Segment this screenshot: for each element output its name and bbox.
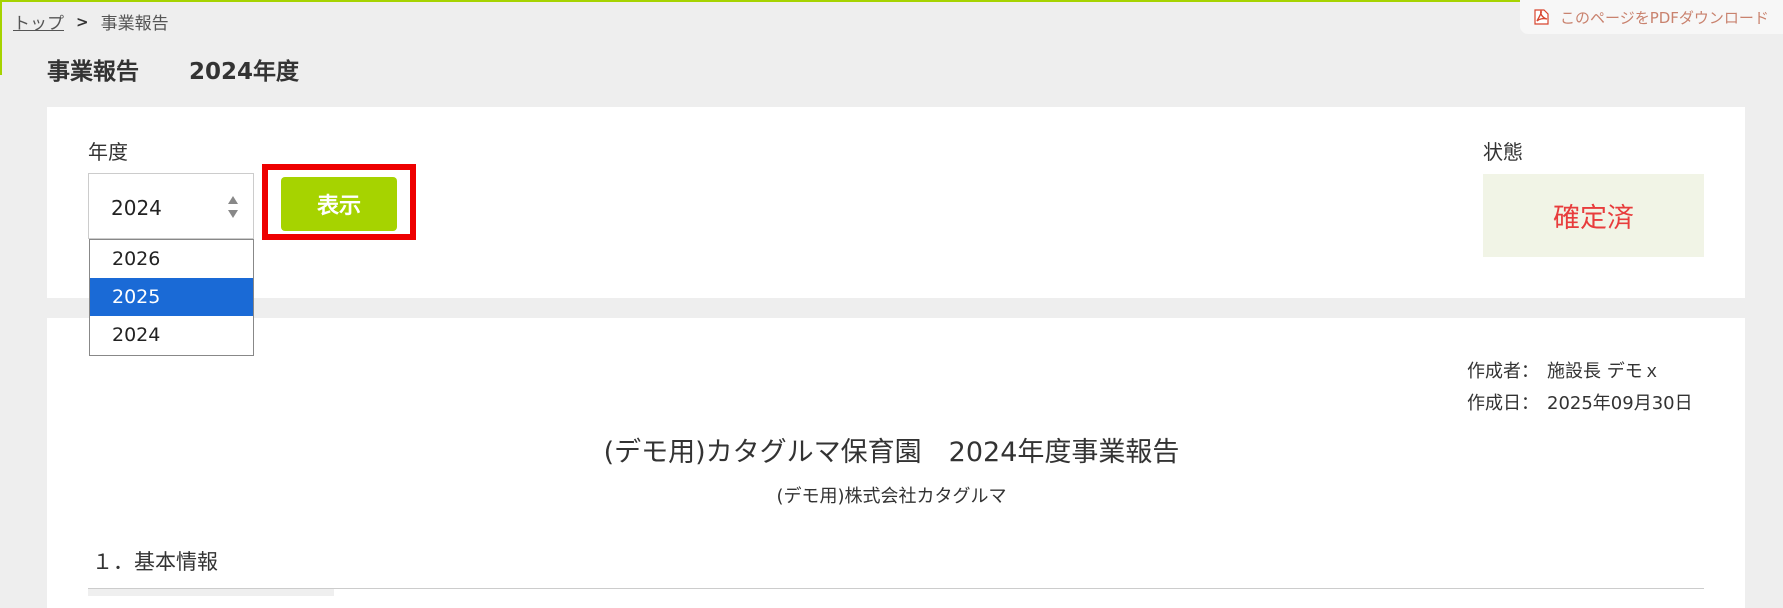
section-heading-basic-info: １．基本情報 <box>92 550 218 574</box>
pdf-download-link[interactable]: このページをPDFダウンロード <box>1520 0 1783 34</box>
date-value: 2025年09月30日 <box>1547 393 1693 414</box>
page-title-main: 事業報告 <box>47 59 139 85</box>
date-label: 作成日： <box>1467 393 1539 414</box>
date-row: 作成日： 2025年09月30日 <box>1467 388 1693 420</box>
year-dropdown: 2026 2025 2024 <box>89 239 254 356</box>
status-label: 状態 <box>1483 140 1523 164</box>
basic-info-table <box>88 588 1704 596</box>
author-row: 作成者： 施設長 デモｘ <box>1467 356 1693 388</box>
breadcrumb-home-link[interactable]: トップ <box>13 9 64 34</box>
author-value: 施設長 デモｘ <box>1547 361 1661 382</box>
breadcrumb-separator: > <box>76 12 89 31</box>
document-subtitle: (デモ用)株式会社カタグルマ <box>776 486 1007 507</box>
document-meta: 作成者： 施設長 デモｘ 作成日： 2025年09月30日 <box>1467 356 1693 420</box>
page-title-year: 2024年度 <box>189 59 300 85</box>
author-label: 作成者： <box>1467 361 1539 382</box>
year-select-value: 2024 <box>111 196 162 220</box>
year-option-2024[interactable]: 2024 <box>90 316 253 354</box>
year-option-2025[interactable]: 2025 <box>90 278 253 316</box>
year-option-2026[interactable]: 2026 <box>90 240 253 278</box>
select-arrows-icon <box>227 194 239 220</box>
year-select[interactable]: 2024 <box>88 173 254 239</box>
left-accent-bar <box>0 0 2 75</box>
top-accent-bar <box>0 0 1783 2</box>
page-title: 事業報告 2024年度 <box>47 52 299 86</box>
year-label: 年度 <box>88 140 128 164</box>
pdf-icon <box>1532 7 1552 27</box>
breadcrumb-current: 事業報告 <box>100 14 169 34</box>
breadcrumb: トップ > 事業報告 <box>13 9 169 35</box>
document-title: (デモ用)カタグルマ保育園 2024年度事業報告 <box>603 437 1180 468</box>
status-badge: 確定済 <box>1483 174 1704 257</box>
show-button[interactable]: 表示 <box>281 177 397 231</box>
pdf-download-label: このページをPDFダウンロード <box>1560 8 1769 27</box>
